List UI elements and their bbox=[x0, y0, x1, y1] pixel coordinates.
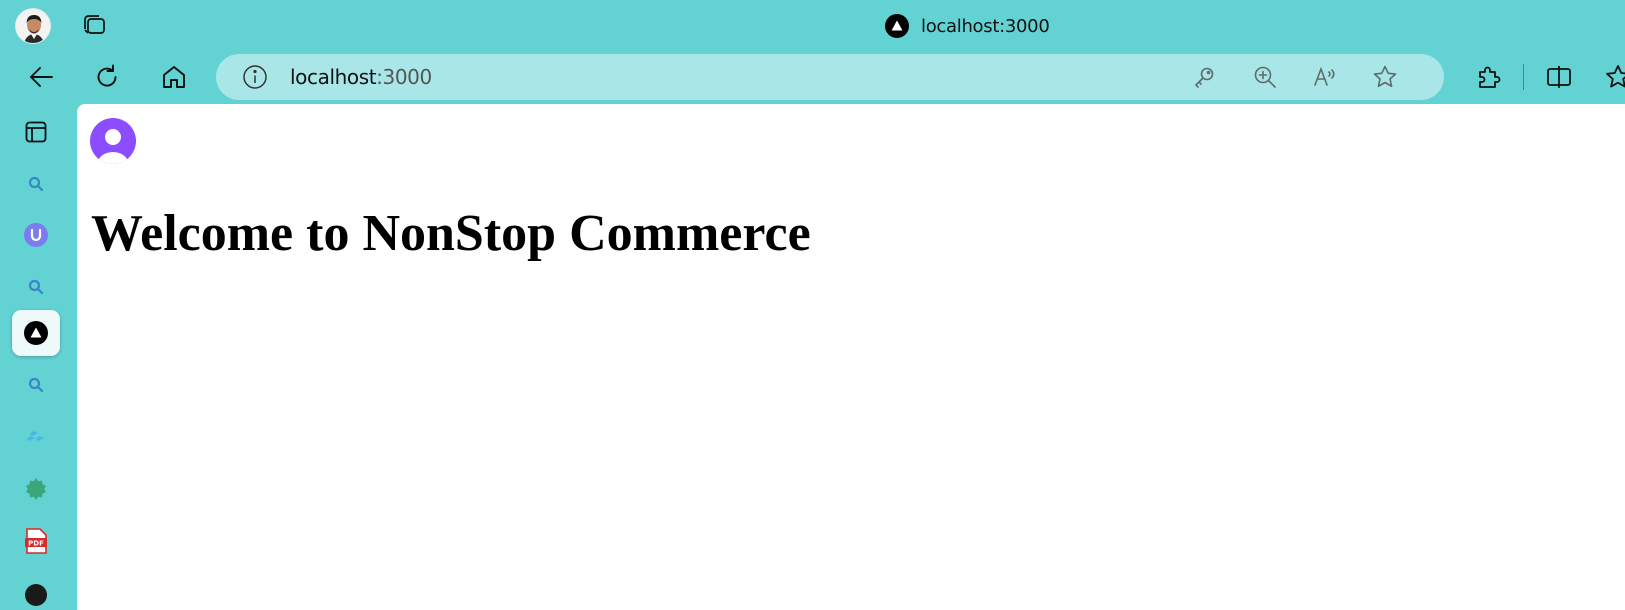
url-port: :3000 bbox=[376, 65, 432, 89]
tab-title-text: localhost:3000 bbox=[921, 15, 1050, 37]
pdf-icon: PDF bbox=[25, 528, 47, 554]
read-aloud-icon[interactable] bbox=[1312, 64, 1338, 90]
back-button[interactable] bbox=[25, 62, 57, 92]
nextjs-favicon bbox=[885, 14, 909, 38]
tailwind-icon bbox=[27, 431, 45, 441]
zoom-icon[interactable] bbox=[1252, 64, 1278, 90]
address-bar[interactable]: localhost:3000 bbox=[216, 54, 1444, 100]
favorite-star-icon[interactable] bbox=[1372, 64, 1398, 90]
url-host: localhost bbox=[290, 65, 377, 89]
u-extension-icon bbox=[24, 223, 48, 247]
gear-badge-icon bbox=[26, 478, 46, 500]
search-icon bbox=[28, 279, 44, 295]
user-avatar-icon[interactable] bbox=[90, 118, 136, 164]
browser-sidebar: PDF bbox=[0, 104, 76, 610]
sidebar-search-2[interactable] bbox=[12, 264, 60, 310]
refresh-button[interactable] bbox=[91, 62, 123, 92]
site-info-icon[interactable] bbox=[242, 64, 268, 90]
title-bar: localhost:3000 bbox=[0, 0, 1625, 50]
sidebar-github[interactable] bbox=[12, 572, 60, 610]
workspaces-tabs-icon[interactable] bbox=[80, 11, 108, 39]
key-icon[interactable] bbox=[1191, 64, 1217, 90]
favorites-button[interactable] bbox=[1602, 62, 1625, 92]
search-icon bbox=[28, 176, 44, 192]
sidebar-gear-badge[interactable] bbox=[12, 466, 60, 512]
svg-text:PDF: PDF bbox=[28, 540, 44, 548]
split-screen-button[interactable] bbox=[1543, 62, 1575, 92]
github-icon bbox=[25, 584, 47, 606]
url-text[interactable]: localhost:3000 bbox=[290, 65, 432, 89]
sidebar-pdf[interactable]: PDF bbox=[12, 518, 60, 564]
nextjs-icon bbox=[24, 321, 48, 345]
sidebar-search-3[interactable] bbox=[12, 362, 60, 408]
sidebar-tailwind[interactable] bbox=[12, 414, 60, 460]
toolbar-separator bbox=[1523, 64, 1524, 90]
search-icon bbox=[28, 377, 44, 393]
browser-toolbar: localhost:3000 bbox=[0, 50, 1625, 102]
home-button[interactable] bbox=[158, 62, 190, 92]
tab-overview-button[interactable] bbox=[12, 109, 60, 155]
sidebar-search-1[interactable] bbox=[12, 161, 60, 207]
sidebar-nextjs-tab[interactable] bbox=[12, 310, 60, 356]
active-tab-title[interactable]: localhost:3000 bbox=[885, 12, 1050, 40]
tab-overview-icon bbox=[25, 121, 47, 143]
extensions-button[interactable] bbox=[1472, 62, 1504, 92]
page-viewport: Welcome to NonStop Commerce bbox=[77, 104, 1625, 610]
page-title: Welcome to NonStop Commerce bbox=[91, 205, 811, 262]
sidebar-u-extension[interactable] bbox=[12, 212, 60, 258]
profile-avatar[interactable] bbox=[15, 8, 51, 44]
